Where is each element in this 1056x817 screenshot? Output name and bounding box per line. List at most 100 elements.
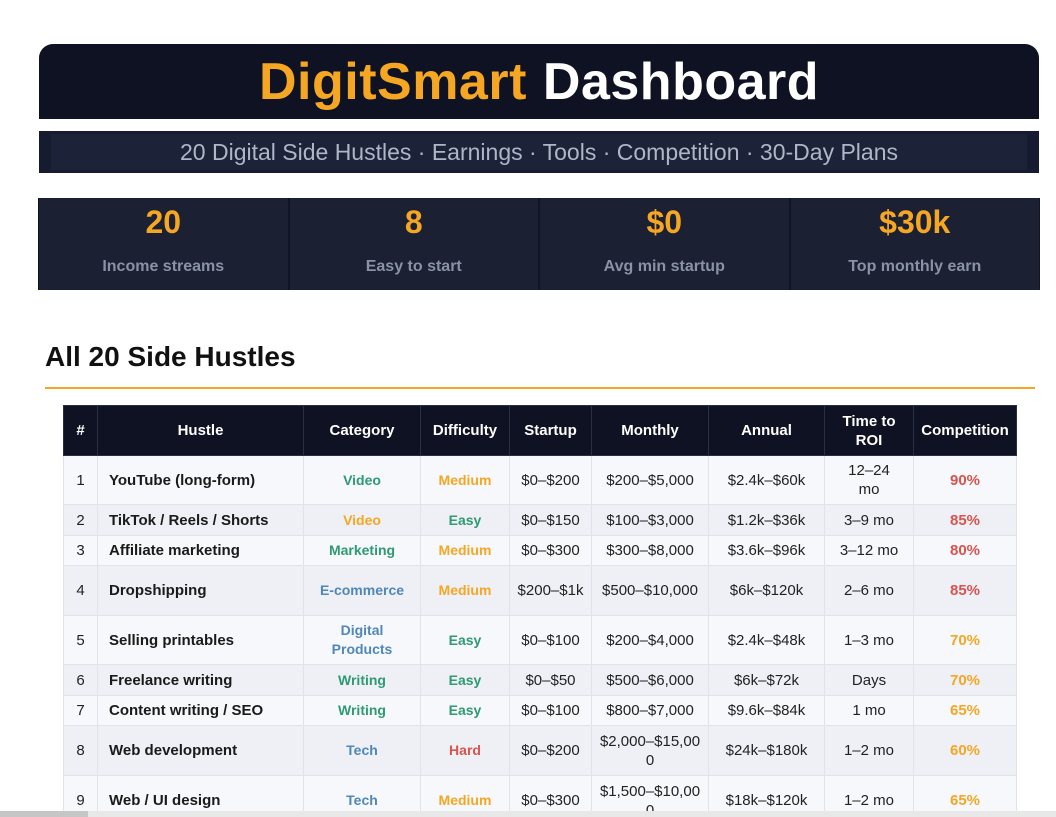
table-row[interactable]: 6 Freelance writing Writing Easy $0–$50 … <box>63 664 1017 696</box>
cell-monthly: $300–$8,000 <box>591 535 709 566</box>
cell-roi: Days <box>824 664 914 696</box>
cell-category: Writing <box>303 695 421 726</box>
cell-hustle: YouTube (long-form) <box>97 455 304 505</box>
cell-roi: 3–9 mo <box>824 504 914 536</box>
stat-label: Easy to start <box>365 258 462 275</box>
subtitle-text: 20 Digital Side Hustles · Earnings · Too… <box>51 134 1027 170</box>
hustles-table: # Hustle Category Difficulty Startup Mon… <box>63 405 1017 817</box>
table-row[interactable]: 5 Selling printables Digital Products Ea… <box>63 615 1017 665</box>
cell-annual: $6k–$72k <box>708 664 825 696</box>
header-annual[interactable]: Annual <box>708 405 825 456</box>
header-num[interactable]: # <box>63 405 98 456</box>
cell-roi: 12–24 mo <box>824 455 914 505</box>
cell-hustle: Content writing / SEO <box>97 695 304 726</box>
cell-monthly: $800–$7,000 <box>591 695 709 726</box>
cell-startup: $0–$100 <box>509 615 592 665</box>
header-time-to-roi[interactable]: Time to ROI <box>824 405 914 456</box>
stat-card-income-streams: 20 Income streams <box>39 198 288 290</box>
cell-hustle: Dropshipping <box>97 565 304 616</box>
cell-num: 8 <box>63 725 98 776</box>
table-row[interactable]: 7 Content writing / SEO Writing Easy $0–… <box>63 695 1017 726</box>
cell-category: Digital Products <box>303 615 421 665</box>
header-startup[interactable]: Startup <box>509 405 592 456</box>
cell-hustle: Freelance writing <box>97 664 304 696</box>
cell-roi: 1 mo <box>824 695 914 726</box>
cell-annual: $1.2k–$36k <box>708 504 825 536</box>
cell-competition: 70% <box>913 615 1017 665</box>
header-category[interactable]: Category <box>303 405 421 456</box>
cell-startup: $0–$300 <box>509 535 592 566</box>
cell-monthly: $200–$5,000 <box>591 455 709 505</box>
table-row[interactable]: 3 Affiliate marketing Marketing Medium $… <box>63 535 1017 566</box>
cell-roi: 2–6 mo <box>824 565 914 616</box>
cell-startup: $0–$200 <box>509 455 592 505</box>
cell-num: 1 <box>63 455 98 505</box>
cell-startup: $200–$1k <box>509 565 592 616</box>
cell-startup: $0–$50 <box>509 664 592 696</box>
cell-competition: 70% <box>913 664 1017 696</box>
horizontal-scrollbar[interactable] <box>0 811 1056 817</box>
header-monthly[interactable]: Monthly <box>591 405 709 456</box>
table-row[interactable]: 4 Dropshipping E-commerce Medium $200–$1… <box>63 565 1017 616</box>
header-difficulty[interactable]: Difficulty <box>420 405 510 456</box>
table-header-row: # Hustle Category Difficulty Startup Mon… <box>63 405 1017 456</box>
stat-value: 20 <box>145 204 182 240</box>
cell-difficulty: Hard <box>420 725 510 776</box>
cell-hustle: Selling printables <box>97 615 304 665</box>
cell-num: 2 <box>63 504 98 536</box>
stat-card-easy-to-start: 8 Easy to start <box>289 198 538 290</box>
table-row[interactable]: 2 TikTok / Reels / Shorts Video Easy $0–… <box>63 504 1017 536</box>
cell-num: 3 <box>63 535 98 566</box>
cell-startup: $0–$200 <box>509 725 592 776</box>
stat-value: $30k <box>879 204 951 240</box>
cell-annual: $3.6k–$96k <box>708 535 825 566</box>
cell-category: Marketing <box>303 535 421 566</box>
cell-category: Video <box>303 455 421 505</box>
cell-category: Writing <box>303 664 421 696</box>
stat-card-avg-min-startup: $0 Avg min startup <box>540 198 789 290</box>
cell-roi: 1–3 mo <box>824 615 914 665</box>
cell-competition: 65% <box>913 695 1017 726</box>
cell-competition: 60% <box>913 725 1017 776</box>
cell-hustle: Affiliate marketing <box>97 535 304 566</box>
cell-startup: $0–$150 <box>509 504 592 536</box>
cell-monthly: $500–$6,000 <box>591 664 709 696</box>
cell-category: Tech <box>303 725 421 776</box>
section-title: All 20 Side Hustles <box>45 341 296 372</box>
cell-difficulty: Medium <box>420 565 510 616</box>
table-row[interactable]: 1 YouTube (long-form) Video Medium $0–$2… <box>63 455 1017 505</box>
stat-label: Income streams <box>102 258 225 275</box>
cell-difficulty: Medium <box>420 535 510 566</box>
cell-hustle: Web development <box>97 725 304 776</box>
cell-startup: $0–$100 <box>509 695 592 726</box>
section-divider <box>45 387 1035 389</box>
cell-monthly: $500–$10,000 <box>591 565 709 616</box>
cell-difficulty: Medium <box>420 455 510 505</box>
cell-num: 4 <box>63 565 98 616</box>
cell-annual: $9.6k–$84k <box>708 695 825 726</box>
cell-competition: 85% <box>913 504 1017 536</box>
cell-annual: $6k–$120k <box>708 565 825 616</box>
header-competition[interactable]: Competition <box>913 405 1017 456</box>
scrollbar-thumb[interactable] <box>0 811 88 817</box>
cell-num: 5 <box>63 615 98 665</box>
header-hustle[interactable]: Hustle <box>97 405 304 456</box>
cell-hustle: TikTok / Reels / Shorts <box>97 504 304 536</box>
cell-competition: 85% <box>913 565 1017 616</box>
table-row[interactable]: 8 Web development Tech Hard $0–$200 $2,0… <box>63 725 1017 776</box>
stat-value: 8 <box>404 204 423 240</box>
cell-annual: $24k–$180k <box>708 725 825 776</box>
brand-name: DigitSmart <box>258 52 527 111</box>
cell-category: Video <box>303 504 421 536</box>
cell-difficulty: Easy <box>420 504 510 536</box>
cell-difficulty: Easy <box>420 615 510 665</box>
stat-label: Top monthly earn <box>848 258 982 275</box>
page-title: Dashboard <box>542 52 820 111</box>
cell-num: 6 <box>63 664 98 696</box>
cell-difficulty: Easy <box>420 664 510 696</box>
cell-monthly: $100–$3,000 <box>591 504 709 536</box>
cell-monthly: $2,000–$15,000 <box>591 725 709 776</box>
stats-row: 20 Income streams 8 Easy to start $0 Avg… <box>38 198 1040 290</box>
cell-competition: 90% <box>913 455 1017 505</box>
cell-category: E-commerce <box>303 565 421 616</box>
